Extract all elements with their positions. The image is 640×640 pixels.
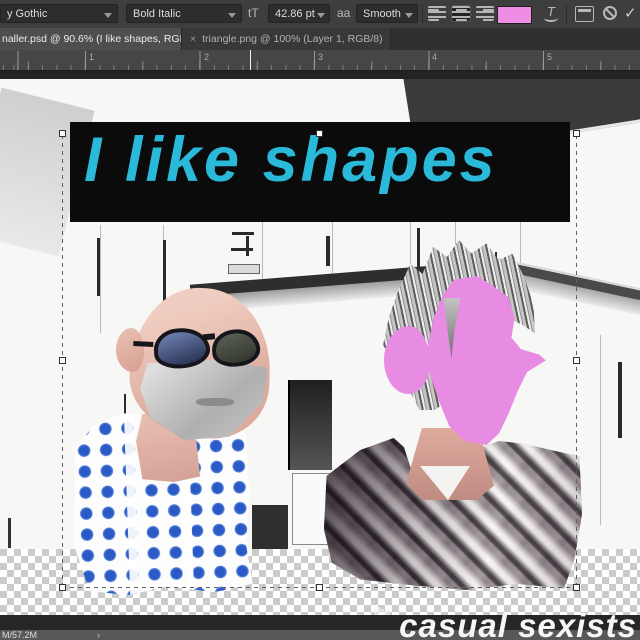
chevron-down-icon — [228, 13, 236, 18]
transform-handle-mid-left[interactable] — [59, 357, 66, 364]
font-size-icon: tT — [248, 6, 259, 20]
align-left-button[interactable] — [428, 6, 446, 21]
cabinet-handle — [326, 236, 330, 266]
ruler-number: 1 — [89, 52, 94, 62]
cancel-edits-button[interactable] — [603, 6, 617, 20]
mouth — [196, 398, 234, 406]
pink-ear-blob — [384, 326, 430, 394]
headline-text: I like shapes — [84, 124, 498, 196]
oven-front — [288, 380, 332, 470]
artist-name-text: casual sexists — [399, 607, 637, 640]
font-size-input[interactable]: 42.86 pt — [268, 4, 330, 23]
chevron-down-icon — [104, 13, 112, 18]
font-family-select[interactable]: y Gothic — [0, 4, 118, 23]
canvas-area[interactable]: I like shapes — [0, 70, 640, 640]
artist-prefix-text: the — [374, 606, 391, 618]
font-size-value: 42.86 pt — [275, 8, 315, 20]
tab-label: naller.psd @ 90.6% (I like shapes, RGB/8… — [2, 33, 181, 45]
close-icon[interactable]: × — [190, 33, 196, 45]
cabinet-seam — [520, 222, 521, 266]
anti-alias-icon: aa — [337, 6, 350, 20]
headline-band: I like shapes — [70, 122, 570, 222]
sunglasses — [144, 317, 270, 381]
anti-alias-select[interactable]: Smooth — [356, 4, 418, 23]
ruler-number: 3 — [318, 52, 323, 62]
tab-label: triangle.png @ 100% (Layer 1, RGB/8) — [202, 33, 383, 45]
ruler-number: 5 — [547, 52, 552, 62]
cabinet-seam — [600, 335, 601, 525]
transform-handle-top-right[interactable] — [573, 130, 580, 137]
align-right-button[interactable] — [476, 6, 494, 21]
left-figure-ear — [116, 328, 144, 372]
font-style-value: Bold Italic — [133, 8, 181, 20]
font-family-value: y Gothic — [7, 8, 47, 20]
ruler-cursor-indicator — [250, 50, 251, 70]
document-size-readout: M/57.2M — [2, 630, 37, 640]
transform-handle-top-center[interactable] — [316, 130, 323, 137]
transform-handle-bottom-left[interactable] — [59, 584, 66, 591]
cabinet-seam — [100, 225, 101, 333]
horizontal-ruler[interactable]: 1 2 3 4 5 — [0, 50, 640, 71]
chevron-down-icon — [317, 13, 325, 18]
cabinet-edge-line — [8, 518, 11, 548]
document-tab-bar: naller.psd @ 90.6% (I like shapes, RGB/8… — [0, 28, 640, 50]
transform-handle-bottom-right[interactable] — [573, 584, 580, 591]
ruler-number: 4 — [432, 52, 437, 62]
sunglasses-left-lens — [152, 326, 211, 371]
divider — [566, 5, 567, 23]
toggle-panels-button[interactable] — [575, 6, 594, 22]
anti-alias-value: Smooth — [363, 8, 401, 20]
warp-text-button[interactable]: T — [541, 5, 561, 23]
sunglasses-right-lens — [210, 327, 261, 368]
sunglasses-bridge — [203, 333, 215, 340]
ruler-number: 2 — [204, 52, 209, 62]
font-style-select[interactable]: Bold Italic — [126, 4, 242, 23]
cabinet-handle — [97, 238, 100, 296]
cabinet-handle — [618, 362, 622, 438]
status-flyout-chevron[interactable]: › — [97, 630, 100, 640]
commit-edits-button[interactable]: ✓ — [624, 4, 637, 22]
photoshop-window: y Gothic Bold Italic tT 42.86 pt aa Smoo… — [0, 0, 640, 640]
transform-handle-bottom-center[interactable] — [316, 584, 323, 591]
cabinet-handle — [163, 240, 166, 302]
tab-triangle-document[interactable]: × triangle.png @ 100% (Layer 1, RGB/8) — [181, 28, 391, 50]
sunglasses-arm — [133, 341, 153, 347]
align-center-button[interactable] — [452, 6, 470, 21]
divider — [422, 5, 423, 23]
transform-handle-top-left[interactable] — [59, 130, 66, 137]
dark-appliance — [252, 505, 288, 549]
chevron-down-icon — [405, 13, 413, 18]
text-color-swatch[interactable] — [497, 6, 532, 24]
tab-active-document[interactable]: naller.psd @ 90.6% (I like shapes, RGB/8… — [0, 28, 181, 50]
text-options-bar: y Gothic Bold Italic tT 42.86 pt aa Smoo… — [0, 0, 640, 29]
transform-handle-mid-right[interactable] — [573, 357, 580, 364]
